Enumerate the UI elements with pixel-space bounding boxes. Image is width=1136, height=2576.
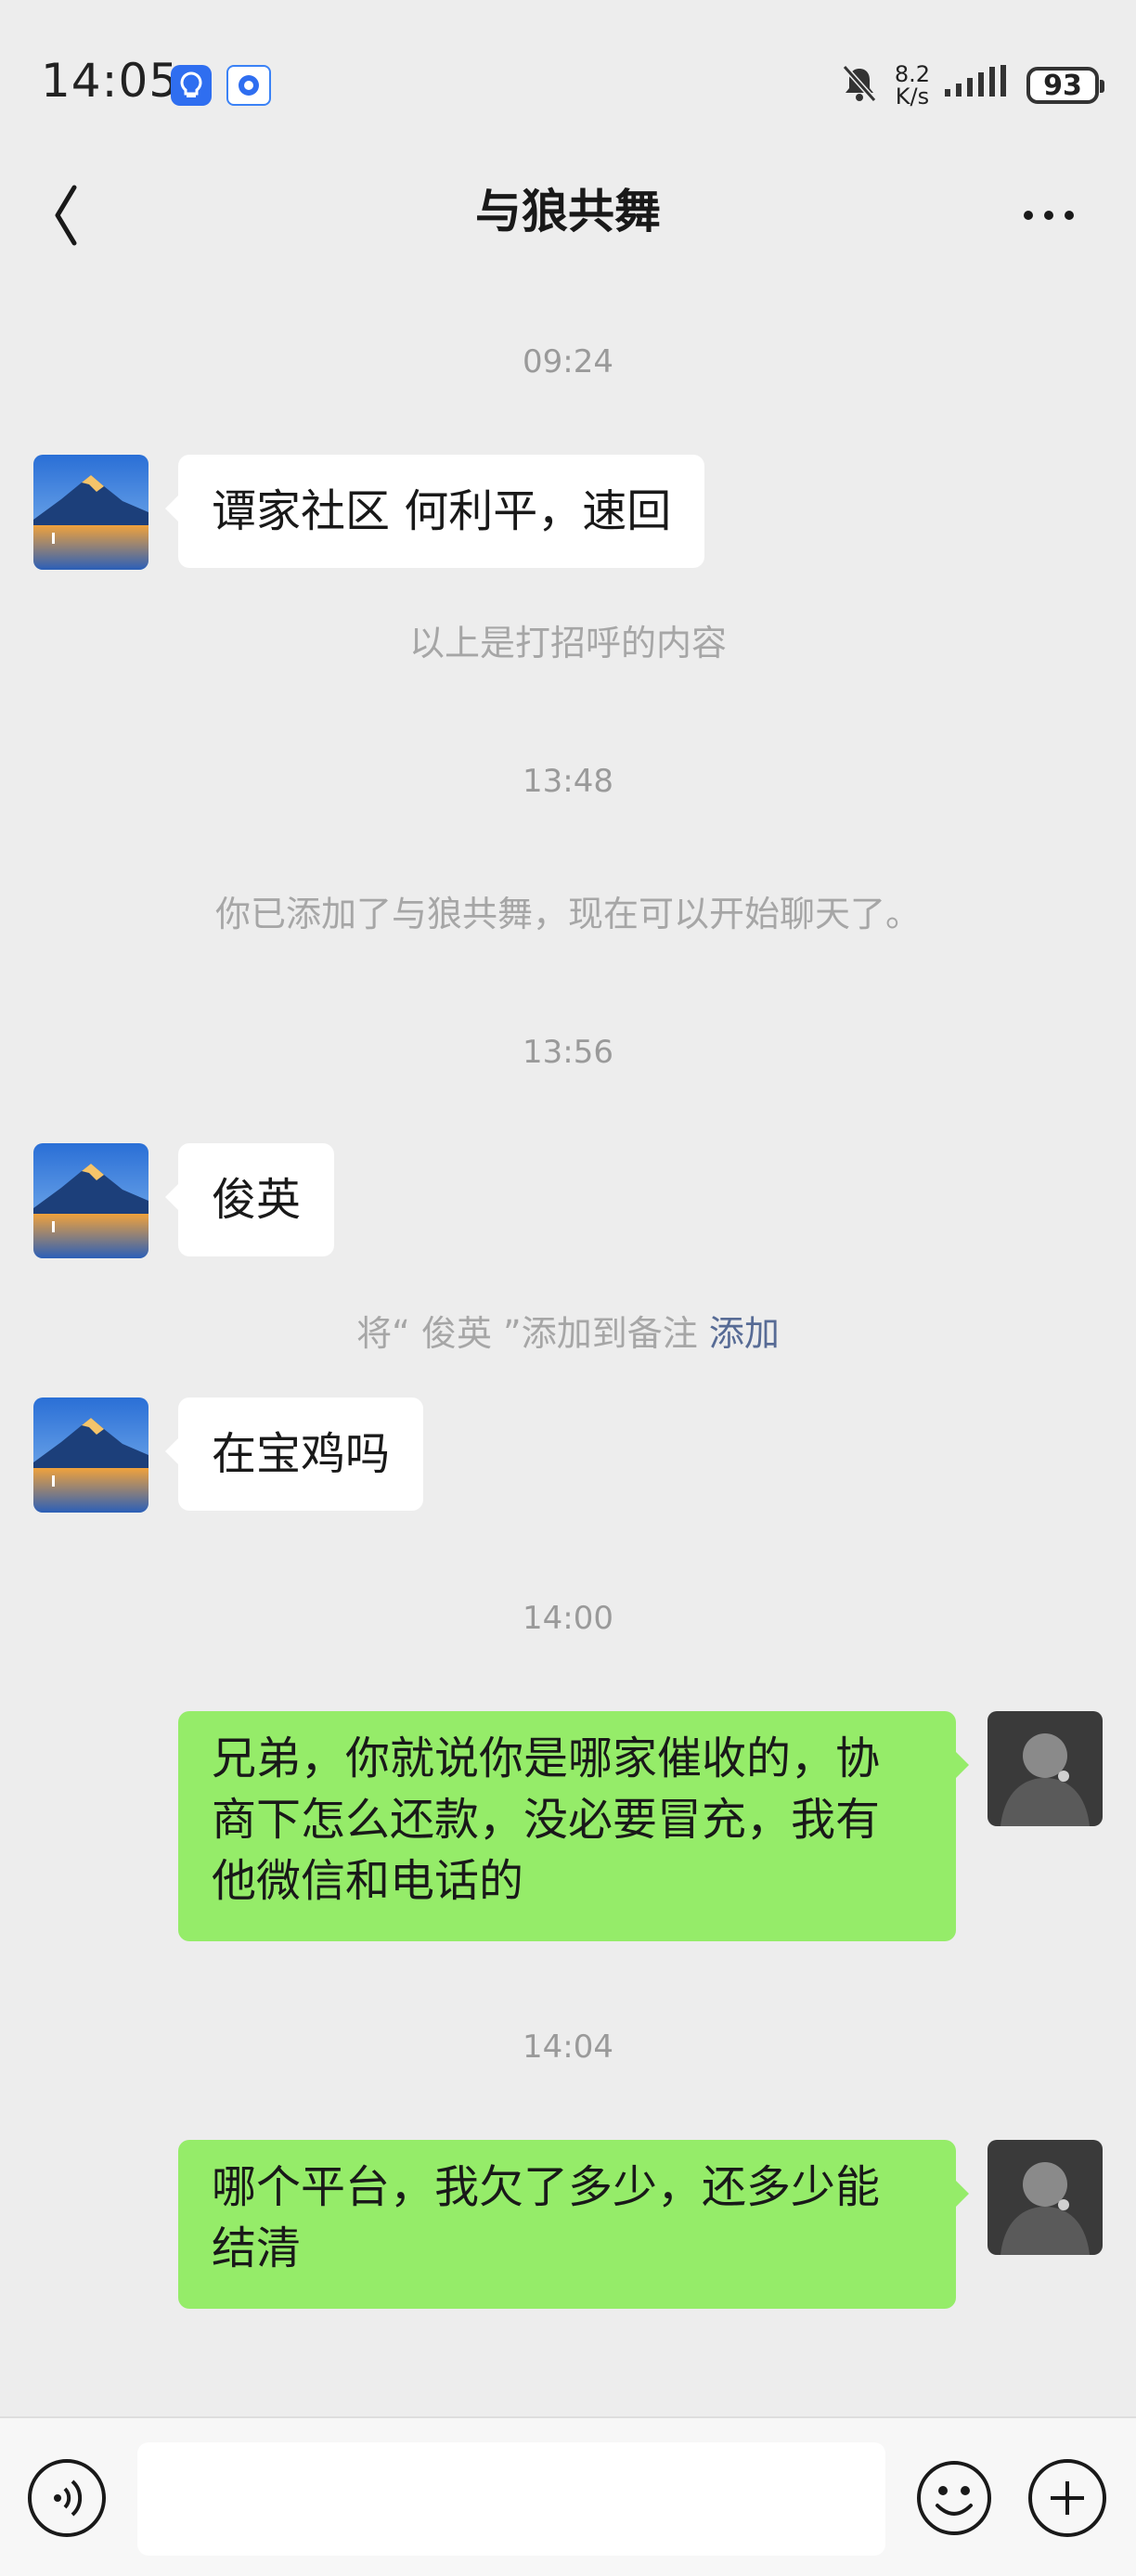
blue-app-icon	[226, 65, 271, 106]
battery-level: 93	[1043, 69, 1082, 102]
contact-avatar[interactable]	[33, 1397, 148, 1513]
chat-header: 与狼共舞	[0, 158, 1136, 271]
more-dots-icon[interactable]	[1002, 178, 1095, 252]
message-line: 兄弟，你就说你是哪家催收的，协	[212, 1732, 881, 1784]
outgoing-message[interactable]: 哪个平台，我欠了多少，还多少能 结清	[178, 2140, 969, 2309]
net-speed: 8.2 K/s	[894, 61, 930, 109]
status-bar: 14:05 8.2 K/s 93	[0, 0, 1136, 158]
message-text: 俊英	[212, 1174, 302, 1226]
message-text: 谭家社区 何利平，速回	[212, 485, 672, 537]
timestamp: 09:24	[523, 343, 613, 380]
timestamp: 13:48	[523, 763, 613, 800]
add-remark-link[interactable]: 添加	[709, 1313, 780, 1354]
incoming-message[interactable]: 谭家社区 何利平，速回	[164, 455, 705, 568]
incoming-message[interactable]: 俊英	[164, 1143, 335, 1256]
message-line: 结清	[212, 2222, 302, 2274]
lightbulb-app-icon	[171, 65, 212, 106]
system-message: 以上是打招呼的内容	[408, 623, 727, 663]
message-line: 哪个平台，我欠了多少，还多少能	[212, 2161, 881, 2213]
user-avatar[interactable]	[988, 2140, 1103, 2255]
voice-icon[interactable]	[28, 2459, 106, 2537]
timestamp: 14:04	[523, 2029, 613, 2066]
user-avatar[interactable]	[988, 1711, 1103, 1826]
signal-icon	[945, 65, 1012, 106]
incoming-message[interactable]: 在宝鸡吗	[164, 1397, 424, 1511]
remark-prompt: 将“ 俊英 ”添加到备注 添加	[0, 1305, 1136, 1356]
remark-text: 将“ 俊英 ”添加到备注	[356, 1313, 698, 1354]
input-bar	[0, 2416, 1136, 2576]
outgoing-message[interactable]: 兄弟，你就说你是哪家催收的，协 商下怎么还款，没必要冒充，我有 他微信和电话的	[178, 1711, 969, 1941]
battery-icon: 93	[1026, 67, 1104, 104]
chat-title: 与狼共舞	[475, 185, 661, 238]
timestamp: 14:00	[523, 1600, 613, 1637]
timestamp: 13:56	[523, 1034, 613, 1071]
mute-bell-icon	[839, 63, 880, 108]
message-text: 在宝鸡吗	[212, 1428, 391, 1480]
system-message: 你已添加了与狼共舞，现在可以开始聊天了。	[214, 894, 921, 934]
contact-avatar[interactable]	[33, 1143, 148, 1258]
contact-avatar[interactable]	[33, 455, 148, 570]
status-time: 14:05	[41, 54, 180, 108]
emoji-icon[interactable]	[915, 2459, 993, 2537]
message-line: 商下怎么还款，没必要冒充，我有	[212, 1794, 881, 1846]
plus-icon[interactable]	[1028, 2459, 1106, 2537]
message-line: 他微信和电话的	[212, 1855, 524, 1907]
message-input[interactable]	[137, 2442, 885, 2556]
